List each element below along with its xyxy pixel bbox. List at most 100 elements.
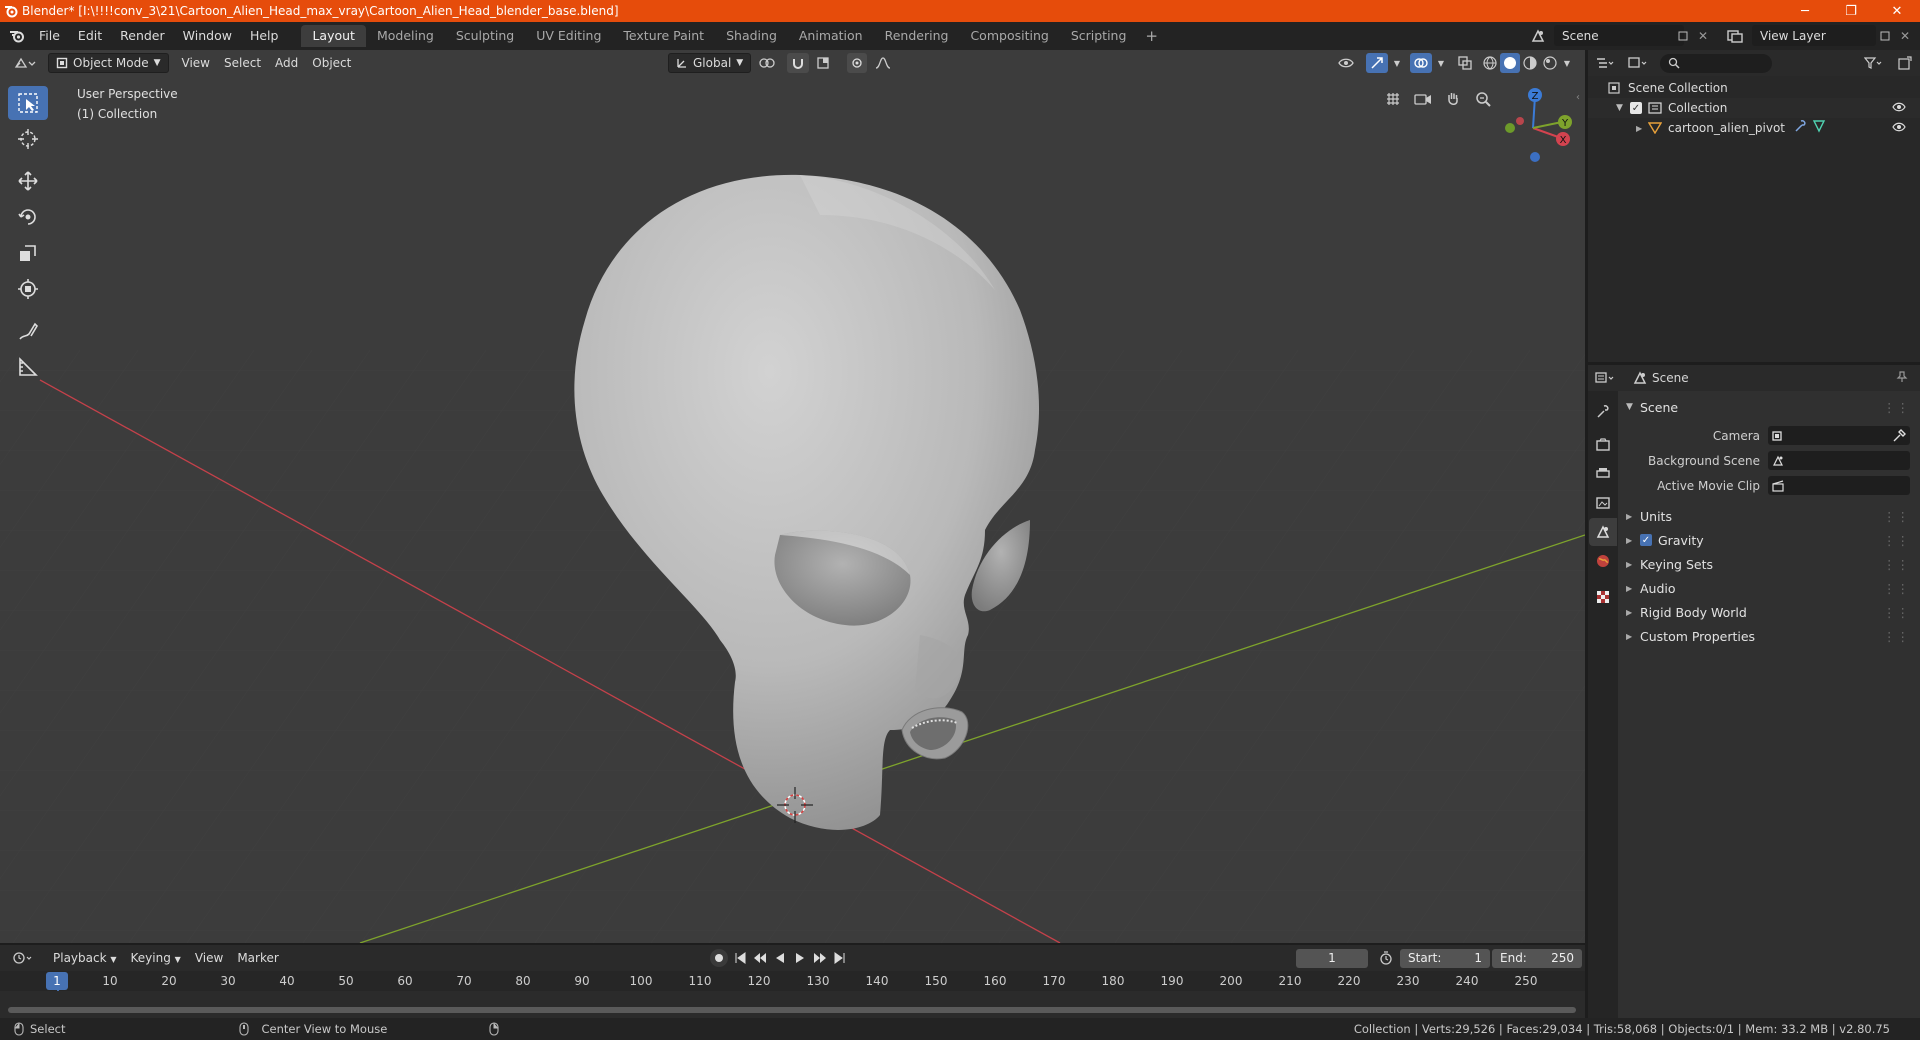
editor-type-icon[interactable] [8, 56, 42, 70]
tab-modeling[interactable]: Modeling [366, 25, 445, 47]
drag-handle-icon[interactable]: ⋮⋮ [1883, 533, 1910, 548]
current-frame-field[interactable]: 1 [1296, 948, 1368, 968]
scene-panel-header[interactable]: ▼ Scene ⋮⋮ [1618, 395, 1920, 419]
audio-panel-header[interactable]: ▶ Audio ⋮⋮ [1618, 576, 1920, 600]
start-frame-field[interactable]: Start: 1 [1400, 948, 1490, 968]
add-workspace-button[interactable]: + [1137, 27, 1166, 45]
outliner-row-scene-collection[interactable]: Scene Collection [1588, 78, 1920, 98]
close-button[interactable]: ✕ [1874, 0, 1920, 22]
delete-view-layer-icon[interactable]: ✕ [1896, 27, 1914, 45]
toggle-grid-view-icon[interactable] [1380, 86, 1406, 112]
timeline-editor-type-icon[interactable] [6, 951, 40, 965]
gravity-checkbox[interactable]: ✓ [1640, 534, 1652, 546]
collection-checkbox[interactable]: ✓ [1630, 102, 1642, 114]
gizmo-dropdown-icon[interactable]: ▼ [1390, 53, 1404, 73]
timeline-track-area[interactable] [0, 991, 1585, 1018]
scale-tool[interactable] [8, 236, 48, 270]
rendered-shading-icon[interactable] [1540, 53, 1560, 73]
tab-rendering[interactable]: Rendering [874, 25, 960, 47]
custom-properties-panel-header[interactable]: ▶ Custom Properties ⋮⋮ [1618, 624, 1920, 648]
timeline-menu-view[interactable]: View [188, 948, 230, 968]
viewport-menu-object[interactable]: Object [305, 53, 358, 73]
tab-view-layer-properties[interactable] [1589, 489, 1617, 517]
solid-shading-icon[interactable] [1500, 53, 1520, 73]
play-reverse-icon[interactable] [772, 952, 788, 964]
tab-uv-editing[interactable]: UV Editing [525, 25, 612, 47]
view-layer-field[interactable]: View Layer [1752, 25, 1876, 46]
pivot-point-icon[interactable] [755, 53, 781, 73]
gizmo-toggle-icon[interactable] [1366, 53, 1388, 73]
menu-edit[interactable]: Edit [69, 22, 111, 50]
active-movie-clip-field[interactable] [1768, 476, 1910, 495]
menu-render[interactable]: Render [111, 22, 174, 50]
outliner-editor-type-icon[interactable] [1588, 56, 1622, 70]
display-mode-icon[interactable] [1622, 56, 1654, 70]
rotate-tool[interactable] [8, 200, 48, 234]
xray-toggle-icon[interactable] [1454, 53, 1476, 73]
measure-tool[interactable] [8, 350, 48, 384]
new-collection-icon[interactable] [1894, 56, 1916, 70]
tab-animation[interactable]: Animation [788, 25, 874, 47]
eyedropper-icon[interactable] [1892, 428, 1906, 443]
record-button[interactable] [710, 949, 728, 967]
navigation-gizmo[interactable]: Z X Y [1488, 82, 1578, 172]
minimize-button[interactable]: ─ [1782, 0, 1828, 22]
shading-dropdown-icon[interactable]: ▼ [1560, 53, 1574, 73]
mesh-data-icon[interactable] [1812, 120, 1826, 133]
snap-magnet-icon[interactable] [787, 53, 809, 73]
delete-scene-icon[interactable]: ✕ [1694, 27, 1712, 45]
snap-target-icon[interactable] [811, 53, 837, 73]
visibility-eye-icon[interactable] [1892, 121, 1906, 135]
wrench-icon[interactable] [1795, 120, 1806, 132]
select-box-tool[interactable] [8, 86, 48, 120]
outliner-row-collection[interactable]: ▼ ✓ Collection [1588, 98, 1920, 118]
tab-compositing[interactable]: Compositing [959, 25, 1059, 47]
tab-world-properties[interactable] [1589, 547, 1617, 575]
keying-sets-panel-header[interactable]: ▶ Keying Sets ⋮⋮ [1618, 552, 1920, 576]
timeline-menu-marker[interactable]: Marker [230, 948, 285, 968]
frame-ruler[interactable]: 1 10 20 30 40 50 60 70 80 90 100 110 120… [0, 971, 1585, 1019]
drag-handle-icon[interactable]: ⋮⋮ [1883, 629, 1910, 644]
collapse-triangle-icon[interactable]: ▼ [1616, 103, 1630, 113]
units-panel-header[interactable]: ▶ Units ⋮⋮ [1618, 504, 1920, 528]
camera-field[interactable] [1768, 426, 1910, 445]
tab-tool-properties[interactable] [1589, 397, 1617, 425]
view-layer-icon[interactable] [1722, 27, 1748, 45]
camera-view-icon[interactable] [1410, 86, 1436, 112]
tab-texture-paint[interactable]: Texture Paint [612, 25, 715, 47]
outliner-search-input[interactable] [1660, 53, 1772, 73]
menu-window[interactable]: Window [174, 22, 241, 50]
outliner-row-object[interactable]: ▶ cartoon_alien_pivot [1588, 118, 1920, 138]
tab-render-properties[interactable] [1589, 431, 1617, 459]
properties-editor-type-icon[interactable] [1588, 371, 1622, 385]
drag-handle-icon[interactable]: ⋮⋮ [1883, 400, 1910, 415]
timeline-menu-playback[interactable]: Playback ▼ [46, 948, 124, 968]
menu-help[interactable]: Help [241, 22, 288, 50]
viewport-menu-select[interactable]: Select [217, 53, 268, 73]
object-mode-dropdown[interactable]: Object Mode ▼ [48, 53, 169, 73]
preview-range-stopwatch-icon[interactable] [1376, 951, 1396, 965]
jump-to-keyframe-back-icon[interactable] [752, 952, 768, 964]
material-preview-icon[interactable] [1520, 53, 1540, 73]
sidebar-toggle-icon[interactable]: ‹ [1576, 92, 1580, 103]
annotate-tool[interactable] [8, 314, 48, 348]
rigid-body-world-panel-header[interactable]: ▶ Rigid Body World ⋮⋮ [1618, 600, 1920, 624]
cursor-tool[interactable] [8, 122, 48, 156]
gizmo-neg-y-axis[interactable] [1505, 123, 1515, 133]
tab-sculpting[interactable]: Sculpting [445, 25, 525, 47]
selectability-visibility-icon[interactable] [1332, 53, 1360, 73]
play-icon[interactable] [792, 952, 808, 964]
end-frame-field[interactable]: End: 250 [1492, 948, 1582, 968]
jump-to-end-icon[interactable] [832, 952, 848, 964]
jump-to-keyframe-forward-icon[interactable] [812, 952, 828, 964]
tab-shading[interactable]: Shading [715, 25, 788, 47]
maximize-button[interactable]: ❐ [1828, 0, 1874, 22]
transform-tool[interactable] [8, 272, 48, 306]
overlays-dropdown-icon[interactable]: ▼ [1434, 53, 1448, 73]
transform-orientation-dropdown[interactable]: Global ▼ [668, 53, 752, 73]
move-tool[interactable] [8, 164, 48, 198]
overlays-toggle-icon[interactable] [1410, 53, 1432, 73]
scene-name-field[interactable]: Scene [1554, 25, 1684, 46]
menu-file[interactable]: File [30, 22, 69, 50]
gizmo-neg-x-axis[interactable] [1516, 117, 1524, 125]
